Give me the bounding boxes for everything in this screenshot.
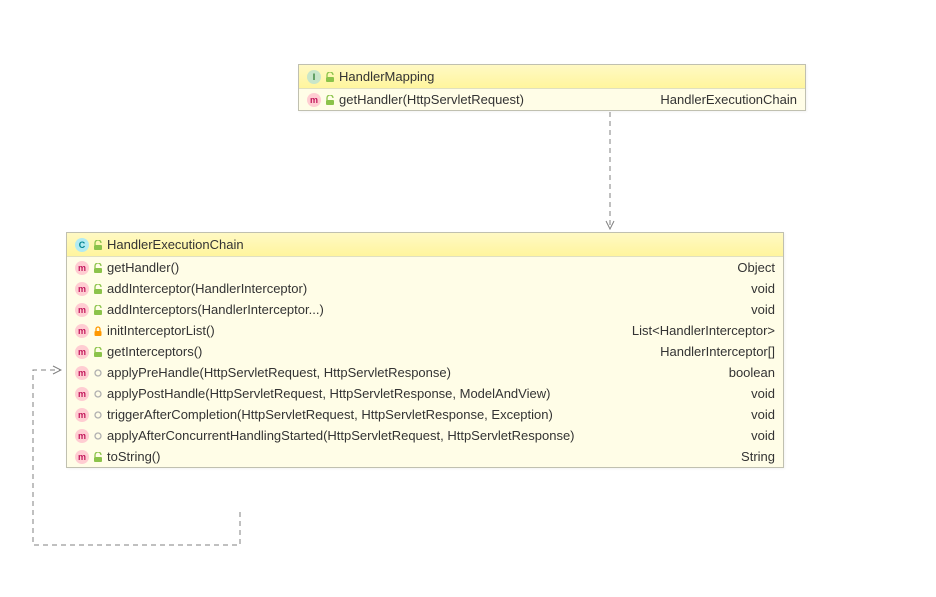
members-container: m getHandler() Object m addInterceptor(Handl… bbox=[67, 257, 783, 467]
package-icon bbox=[93, 431, 103, 441]
member-signature: applyAfterConcurrentHandlingStarted(Http… bbox=[107, 428, 575, 443]
class-icon: C bbox=[75, 238, 89, 252]
unlock-icon bbox=[93, 452, 103, 462]
member-row: m addInterceptors(HandlerInterceptor...) v… bbox=[67, 299, 783, 320]
uml-box-handler-execution-chain: C HandlerExecutionChain m getHandler() Obj… bbox=[66, 232, 784, 468]
uml-box-handler-mapping: I HandlerMapping m getHandler(HttpServlet… bbox=[298, 64, 806, 111]
member-row: m initInterceptorList() List<HandlerInterc… bbox=[67, 320, 783, 341]
member-signature: applyPostHandle(HttpServletRequest, Http… bbox=[107, 386, 550, 401]
member-signature: triggerAfterCompletion(HttpServletReques… bbox=[107, 407, 553, 422]
method-icon: m bbox=[75, 366, 89, 380]
member-return-type: HandlerExecutionChain bbox=[644, 92, 797, 107]
package-icon bbox=[93, 368, 103, 378]
member-signature: toString() bbox=[107, 449, 160, 464]
method-icon: m bbox=[75, 429, 89, 443]
member-row: m getHandler(HttpServletRequest) HandlerEx… bbox=[299, 89, 805, 110]
package-icon bbox=[93, 389, 103, 399]
member-return-type: Object bbox=[721, 260, 775, 275]
member-row: m applyPreHandle(HttpServletRequest, Http… bbox=[67, 362, 783, 383]
method-icon: m bbox=[75, 303, 89, 317]
member-signature: getHandler() bbox=[107, 260, 179, 275]
member-signature: addInterceptor(HandlerInterceptor) bbox=[107, 281, 307, 296]
member-return-type: void bbox=[735, 302, 775, 317]
member-signature: initInterceptorList() bbox=[107, 323, 215, 338]
member-return-type: boolean bbox=[713, 365, 775, 380]
member-row: m getInterceptors() HandlerInterceptor[] bbox=[67, 341, 783, 362]
unlock-icon bbox=[93, 240, 103, 250]
interface-icon: I bbox=[307, 70, 321, 84]
member-return-type: void bbox=[735, 281, 775, 296]
member-return-type: HandlerInterceptor[] bbox=[644, 344, 775, 359]
class-title: HandlerExecutionChain bbox=[107, 237, 244, 252]
method-icon: m bbox=[307, 93, 321, 107]
member-row: m applyAfterConcurrentHandlingStarted(Htt… bbox=[67, 425, 783, 446]
unlock-icon bbox=[325, 72, 335, 82]
member-signature: getInterceptors() bbox=[107, 344, 202, 359]
uml-header: C HandlerExecutionChain bbox=[67, 233, 783, 257]
member-return-type: void bbox=[735, 386, 775, 401]
unlock-icon bbox=[93, 263, 103, 273]
method-icon: m bbox=[75, 324, 89, 338]
method-icon: m bbox=[75, 408, 89, 422]
uml-header: I HandlerMapping bbox=[299, 65, 805, 89]
package-icon bbox=[93, 410, 103, 420]
method-icon: m bbox=[75, 345, 89, 359]
member-row: m triggerAfterCompletion(HttpServletReque… bbox=[67, 404, 783, 425]
member-return-type: void bbox=[735, 428, 775, 443]
member-signature: applyPreHandle(HttpServletRequest, HttpS… bbox=[107, 365, 451, 380]
member-return-type: String bbox=[725, 449, 775, 464]
unlock-icon bbox=[93, 305, 103, 315]
unlock-icon bbox=[93, 284, 103, 294]
method-icon: m bbox=[75, 450, 89, 464]
member-return-type: List<HandlerInterceptor> bbox=[616, 323, 775, 338]
lock-icon bbox=[93, 326, 103, 336]
member-row: m toString() String bbox=[67, 446, 783, 467]
member-row: m addInterceptor(HandlerInterceptor) void bbox=[67, 278, 783, 299]
members-container: m getHandler(HttpServletRequest) HandlerEx… bbox=[299, 89, 805, 110]
member-signature: addInterceptors(HandlerInterceptor...) bbox=[107, 302, 324, 317]
member-row: m getHandler() Object bbox=[67, 257, 783, 278]
unlock-icon bbox=[93, 347, 103, 357]
class-title: HandlerMapping bbox=[339, 69, 434, 84]
method-icon: m bbox=[75, 387, 89, 401]
member-return-type: void bbox=[735, 407, 775, 422]
method-icon: m bbox=[75, 282, 89, 296]
member-row: m applyPostHandle(HttpServletRequest, Htt… bbox=[67, 383, 783, 404]
member-signature: getHandler(HttpServletRequest) bbox=[339, 92, 524, 107]
unlock-icon bbox=[325, 95, 335, 105]
method-icon: m bbox=[75, 261, 89, 275]
